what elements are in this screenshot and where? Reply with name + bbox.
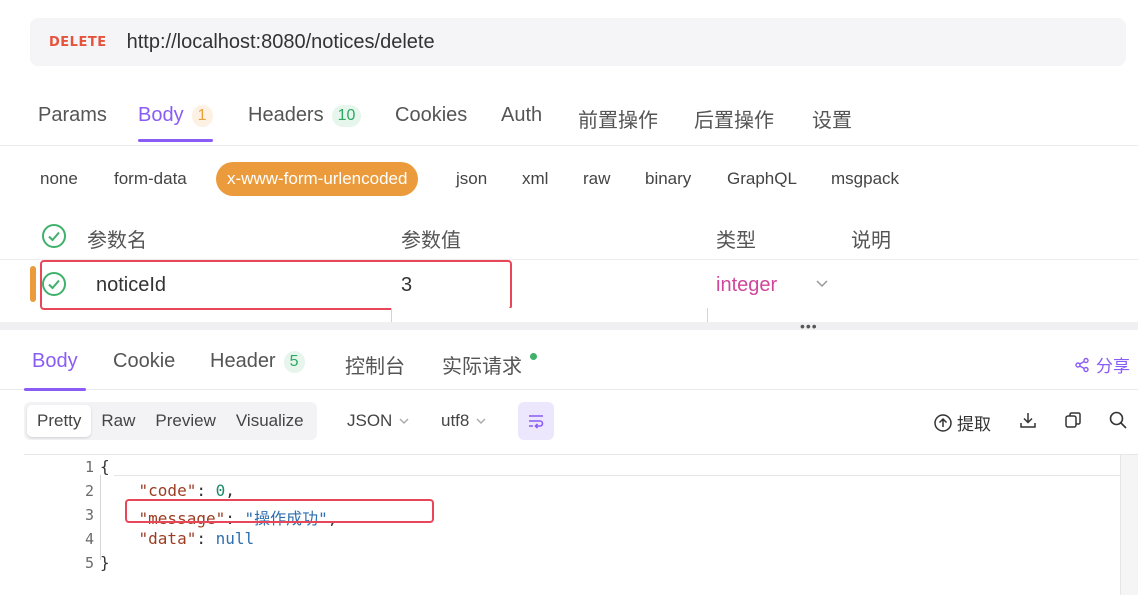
headers-count-badge: 10	[331, 104, 362, 127]
line-number: 5	[84, 554, 94, 572]
word-wrap-button[interactable]	[518, 402, 554, 440]
code-line-2: "code": 0,	[138, 481, 235, 500]
extract-icon	[934, 413, 952, 432]
chevron-down-icon	[399, 418, 409, 424]
status-dot	[530, 353, 537, 360]
share-icon	[1075, 357, 1089, 372]
tab-post-ops[interactable]: 后置操作	[694, 104, 774, 133]
tab-auth[interactable]: Auth	[501, 104, 542, 127]
chevron-down-icon[interactable]	[815, 276, 829, 290]
code-scrollbar[interactable]	[1120, 455, 1138, 595]
tab-cookies[interactable]: Cookies	[395, 104, 467, 127]
code-line-1: {	[100, 457, 110, 476]
body-type-form-data[interactable]: form-data	[114, 162, 187, 196]
tab-console[interactable]: 控制台	[345, 350, 405, 379]
body-type-raw[interactable]: raw	[583, 162, 610, 196]
line-number: 1	[84, 458, 94, 476]
body-type-none[interactable]: none	[40, 162, 78, 196]
extract-button[interactable]: 提取	[933, 410, 991, 435]
wrap-lines-icon	[529, 415, 544, 429]
tab-headers[interactable]: Headers 10	[248, 104, 362, 127]
body-type-graphql[interactable]: GraphQL	[727, 162, 797, 196]
download-icon	[1020, 413, 1036, 428]
download-button[interactable]	[1018, 410, 1038, 430]
tab-response-body[interactable]: Body	[24, 350, 86, 391]
line-number: 3	[84, 506, 94, 524]
view-mode-preview[interactable]: Preview	[145, 405, 225, 437]
copy-icon	[1065, 412, 1081, 428]
highlight-box-param	[40, 260, 512, 310]
body-type-urlencoded[interactable]: x-www-form-urlencoded	[216, 162, 419, 196]
response-code-viewer[interactable]: 1 2 3 4 5 { "code": 0, "message": "操作成功"…	[24, 454, 1138, 595]
row-drag-handle[interactable]	[30, 266, 36, 302]
copy-button[interactable]	[1063, 410, 1083, 430]
line-number: 4	[84, 530, 94, 548]
body-type-msgpack[interactable]: msgpack	[831, 162, 899, 196]
tab-params[interactable]: Params	[38, 104, 107, 127]
url-bar[interactable]: DELETE http://localhost:8080/notices/del…	[30, 18, 1126, 66]
column-header-type: 类型	[716, 230, 756, 252]
request-tabs: Params Body 1 Headers 10 Cookies Auth 前置操作…	[0, 88, 1138, 146]
url-text[interactable]: http://localhost:8080/notices/delete	[127, 31, 435, 54]
code-line-5: }	[100, 553, 110, 572]
tab-response-cookie[interactable]: Cookie	[113, 350, 175, 373]
panel-splitter[interactable]	[0, 322, 1138, 330]
format-select[interactable]: JSON	[347, 411, 410, 431]
highlight-box-message	[125, 499, 434, 523]
body-type-json[interactable]: json	[456, 162, 487, 196]
tab-settings[interactable]: 设置	[812, 104, 852, 133]
tab-body[interactable]: Body 1	[138, 104, 213, 142]
body-count-badge: 1	[191, 104, 213, 127]
response-tabs: Body Cookie Header 5 控制台 实际请求 分享	[0, 334, 1138, 391]
param-type-select[interactable]: integer	[716, 274, 777, 297]
tab-pre-ops[interactable]: 前置操作	[578, 104, 658, 133]
code-divider	[114, 475, 1138, 476]
column-header-value: 参数值	[401, 230, 461, 252]
line-number: 2	[84, 482, 94, 500]
column-header-description: 说明	[851, 230, 891, 252]
tab-actual-request[interactable]: 实际请求	[442, 350, 537, 379]
chevron-down-icon	[476, 418, 486, 424]
search-button[interactable]	[1108, 410, 1128, 430]
view-mode-raw[interactable]: Raw	[91, 405, 145, 437]
encoding-select[interactable]: utf8	[441, 411, 487, 431]
tab-response-header[interactable]: Header 5	[210, 350, 305, 373]
header-count-badge: 5	[283, 350, 305, 373]
view-mode-pretty[interactable]: Pretty	[27, 405, 92, 437]
splitter-handle[interactable]: •••	[800, 318, 818, 334]
body-type-binary[interactable]: binary	[645, 162, 691, 196]
code-line-4: "data": null	[138, 529, 255, 548]
checkmark-icon	[48, 231, 60, 242]
share-button[interactable]: 分享	[1074, 352, 1130, 377]
body-type-xml[interactable]: xml	[522, 162, 548, 196]
body-type-selector: none form-data x-www-form-urlencoded jso…	[0, 162, 1138, 196]
search-icon	[1109, 411, 1127, 429]
params-table-header: 参数名 参数值 类型 说明	[0, 212, 1138, 260]
http-method[interactable]: DELETE	[49, 35, 107, 50]
response-toolbar: Pretty Raw Preview Visualize JSON utf8 提…	[0, 400, 1138, 444]
view-mode-switch: Pretty Raw Preview Visualize	[24, 402, 317, 440]
select-all-check-icon[interactable]	[42, 224, 66, 248]
view-mode-visualize[interactable]: Visualize	[226, 405, 314, 437]
column-header-name: 参数名	[87, 230, 147, 252]
